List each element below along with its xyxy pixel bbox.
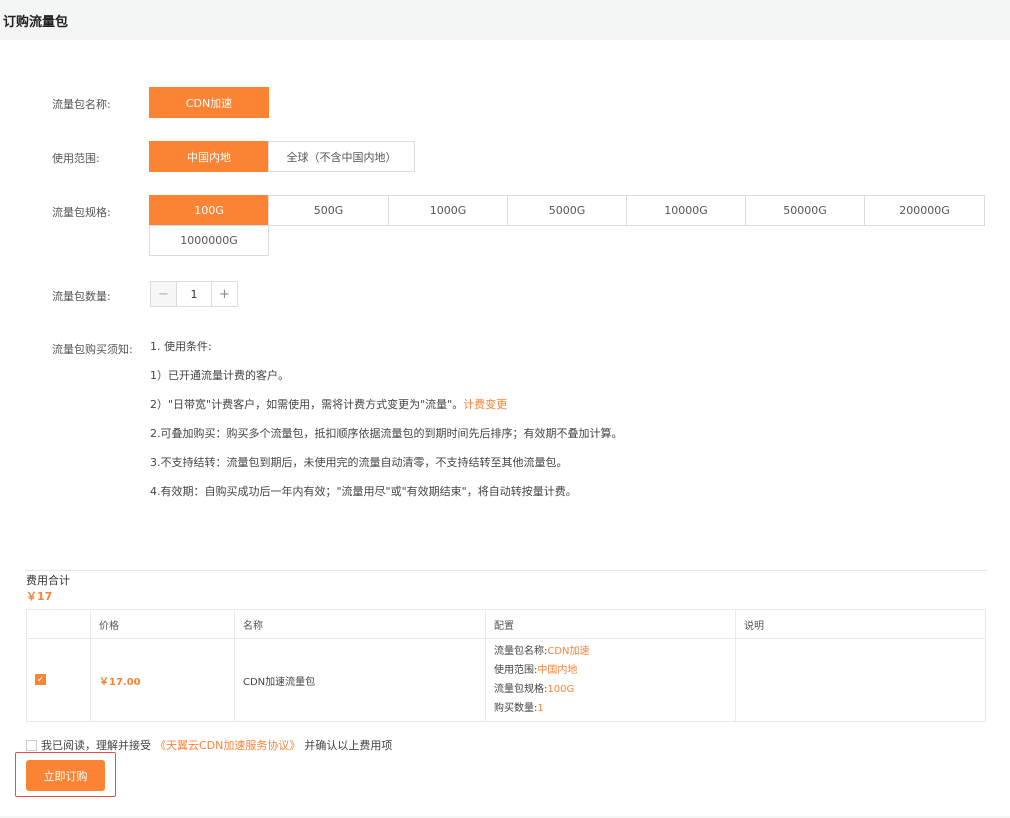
billing-change-link[interactable]: 计费变更 <box>463 398 507 411</box>
notice-label: 流量包购买须知: <box>52 343 133 356</box>
notice-line: 4.有效期：自购买成功后一年内有效；"流量用尽"或"有效期结束"，将自动转按量计… <box>150 485 577 498</box>
spec-option-100g[interactable]: 100G <box>149 195 269 226</box>
notice-line-text: 2）"日带宽"计费客户，如需使用，需将计费方式变更为"流量"。 <box>150 398 464 411</box>
config-line: 流量包名称:CDN加速 <box>494 642 727 661</box>
config-value: 100G <box>547 684 575 695</box>
name-label: 流量包名称: <box>52 98 111 111</box>
fee-table: 价格 名称 配置 说明 ✓ ￥17.00 CDN加速流量包 流量包名称:CDN加… <box>26 609 986 722</box>
agreement-checkbox[interactable] <box>26 739 37 751</box>
agreement-prefix: 我已阅读，理解并接受 <box>41 739 151 752</box>
config-cell: 流量包名称:CDN加速 使用范围:中国内地 流量包规格:100G 购买数量:1 <box>485 638 736 722</box>
page-title: 订购流量包 <box>3 15 69 30</box>
fee-title: 费用合计 <box>26 574 70 587</box>
notice-line: 2）"日带宽"计费客户，如需使用，需将计费方式变更为"流量"。计费变更 <box>150 398 623 427</box>
config-line: 使用范围:中国内地 <box>494 661 727 680</box>
fee-total: ￥17 <box>26 590 53 603</box>
notice-line: 1）已开通流量计费的客户。 <box>150 369 289 382</box>
row-checkbox[interactable]: ✓ <box>35 674 46 686</box>
config-value: 中国内地 <box>537 665 578 676</box>
order-now-button[interactable]: 立即订购 <box>26 760 105 791</box>
qty-label: 流量包数量: <box>52 290 111 303</box>
table-header-row: 价格 名称 配置 说明 <box>26 609 986 639</box>
price-cell: ￥17.00 <box>90 638 235 722</box>
config-key: 流量包名称: <box>494 646 548 657</box>
select-column-header <box>26 609 91 639</box>
quantity-value[interactable]: 1 <box>177 282 211 306</box>
config-line: 流量包规格:100G <box>494 680 727 699</box>
spec-label: 流量包规格: <box>52 206 111 219</box>
spec-option-500g[interactable]: 500G <box>268 195 389 226</box>
spec-option-1000g[interactable]: 1000G <box>388 195 508 226</box>
config-key: 流量包规格: <box>494 684 548 695</box>
scope-label: 使用范围: <box>52 152 100 165</box>
quantity-stepper: − 1 + <box>150 281 238 307</box>
config-key: 购买数量: <box>494 703 538 714</box>
agreement-row: 我已阅读，理解并接受 《天翼云CDN加速服务协议》 并确认以上费用项 <box>26 737 392 753</box>
submit-highlight: 立即订购 <box>15 752 116 797</box>
scope-option-global[interactable]: 全球（不含中国内地） <box>268 141 415 172</box>
spec-option-200000g[interactable]: 200000G <box>864 195 985 226</box>
spec-option-5000g[interactable]: 5000G <box>507 195 627 226</box>
price-column-header: 价格 <box>90 609 235 639</box>
order-panel: 流量包名称: CDN加速 使用范围: 中国内地 全球（不含中国内地） 流量包规格… <box>0 40 1010 816</box>
config-line: 购买数量:1 <box>494 699 727 718</box>
name-cell: CDN加速流量包 <box>234 638 486 722</box>
config-value: 1 <box>537 703 544 714</box>
agreement-suffix: 并确认以上费用项 <box>304 739 393 752</box>
note-column-header: 说明 <box>735 609 986 639</box>
config-value: CDN加速 <box>547 646 590 657</box>
notice-line: 1. 使用条件: <box>150 340 212 353</box>
spec-option-50000g[interactable]: 50000G <box>745 195 865 226</box>
service-agreement-link[interactable]: 《天翼云CDN加速服务协议》 <box>155 737 300 753</box>
name-column-header: 名称 <box>234 609 486 639</box>
name-option-cdn[interactable]: CDN加速 <box>149 87 269 118</box>
purchase-notice: 1. 使用条件: 1）已开通流量计费的客户。 2）"日带宽"计费客户，如需使用，… <box>150 340 623 514</box>
scope-option-mainland[interactable]: 中国内地 <box>149 141 269 172</box>
table-row: ✓ ￥17.00 CDN加速流量包 流量包名称:CDN加速 使用范围:中国内地 … <box>26 638 986 722</box>
page-header: 订购流量包 <box>0 0 1010 40</box>
notice-line: 3.不支持结转：流量包到期后，未使用完的流量自动清零，不支持结转至其他流量包。 <box>150 456 568 469</box>
note-cell <box>735 638 986 722</box>
increment-button[interactable]: + <box>211 282 237 306</box>
spec-option-1000000g[interactable]: 1000000G <box>149 225 269 256</box>
notice-line: 2.可叠加购买：购买多个流量包，抵扣顺序依据流量包的到期时间先后排序；有效期不叠… <box>150 427 623 440</box>
config-key: 使用范围: <box>494 665 538 676</box>
spec-option-10000g[interactable]: 10000G <box>626 195 746 226</box>
divider <box>25 570 987 571</box>
row-select-cell: ✓ <box>26 638 91 722</box>
decrement-button[interactable]: − <box>151 282 177 306</box>
config-column-header: 配置 <box>485 609 736 639</box>
